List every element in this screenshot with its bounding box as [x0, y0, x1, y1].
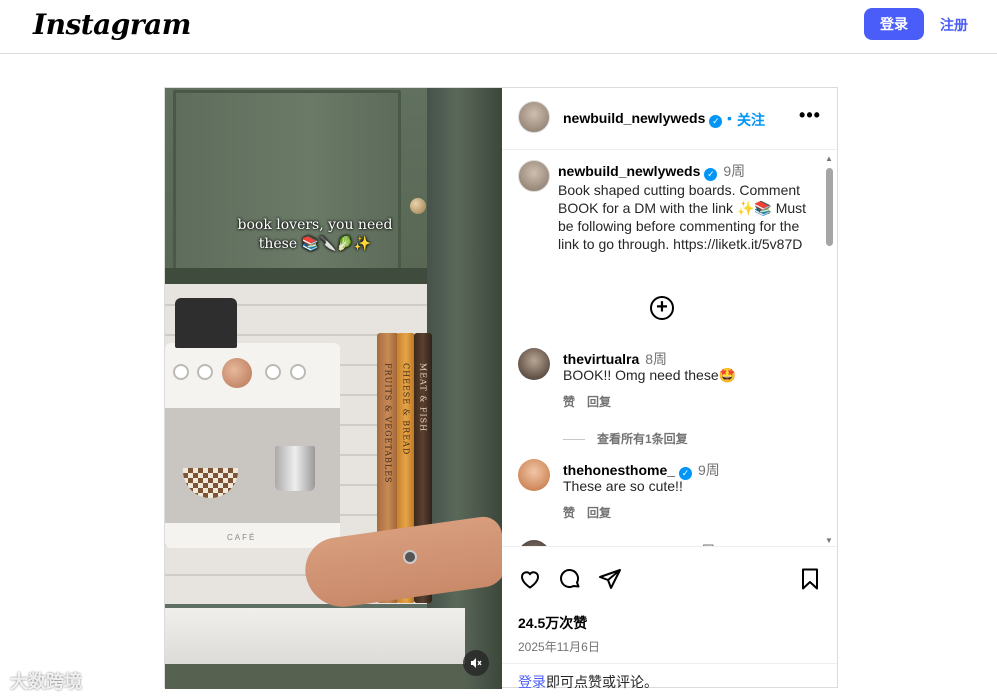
signup-link[interactable]: 注册 [940, 15, 968, 35]
commenter-username[interactable]: thehonesthome_ [563, 462, 675, 478]
separator-dot: • [727, 110, 732, 126]
like-comment-button[interactable]: 赞 [563, 506, 575, 520]
video-overlay-text: book lovers, you need these 📚🔪🥬✨ [237, 217, 393, 252]
commenter-avatar[interactable] [518, 348, 550, 380]
comments-scrollbar[interactable]: ▲ ▼ [824, 154, 834, 546]
login-prompt: 登录即可点赞或评论。 [502, 663, 837, 690]
comment-bubble-icon[interactable] [558, 567, 582, 591]
post-actions: 24.5万次赞 2025年11月6日 登录即可点赞或评论。 [502, 546, 837, 690]
comment-time: 8周 [645, 351, 668, 367]
instagram-logo[interactable]: Instagram [33, 8, 191, 41]
commenter-username[interactable]: thevirtualra [563, 351, 639, 367]
reply-button[interactable]: 回复 [587, 506, 611, 520]
follow-button[interactable]: 关注 [737, 110, 765, 130]
bookmark-icon[interactable] [798, 567, 822, 591]
paper-plane-icon[interactable] [598, 567, 622, 591]
scroll-down-arrow-icon[interactable]: ▼ [825, 536, 833, 545]
machine-brand: CAFÉ [227, 533, 257, 542]
scroll-up-arrow-icon[interactable]: ▲ [825, 154, 833, 163]
post-caption: newbuild_newlyweds ✓ 9周 Book shaped cuttin… [558, 162, 818, 253]
comment-text: These are so cute!! [563, 478, 683, 494]
bean-grinder [175, 298, 237, 348]
login-link[interactable]: 登录 [518, 674, 546, 690]
reply-button[interactable]: 回复 [587, 395, 611, 409]
post-video[interactable]: CAFÉ FRUITS & VEGETABLES CHEESE & BREAD … [165, 88, 502, 689]
add-circle-icon[interactable]: + [650, 296, 674, 320]
comment-text: BOOK!! Omg need these🤩 [563, 367, 737, 383]
countertop [165, 608, 465, 668]
login-prompt-text: 即可点赞或评论。 [546, 674, 658, 690]
author-username[interactable]: newbuild_newlyweds [563, 110, 705, 126]
view-replies-button[interactable]: 查看所有1条回复 [563, 430, 688, 447]
verified-badge-icon: ✓ [704, 168, 718, 181]
verified-badge-icon: ✓ [709, 115, 723, 128]
comment-time: 9周 [698, 462, 720, 478]
more-horizontal-icon[interactable]: ••• [799, 104, 821, 126]
heart-icon[interactable] [518, 567, 542, 591]
comments-list[interactable]: newbuild_newlyweds ✓ 9周 Book shaped cuttin… [502, 150, 837, 546]
cabinet-knob [410, 198, 426, 214]
scrollbar-thumb[interactable] [826, 168, 833, 246]
speaker-muted-icon[interactable] [463, 650, 489, 676]
post-card: CAFÉ FRUITS & VEGETABLES CHEESE & BREAD … [164, 87, 839, 690]
likes-count[interactable]: 24.5万次赞 [518, 613, 587, 633]
post-date[interactable]: 2025年11月6日 [518, 638, 600, 655]
commenter-avatar[interactable] [518, 459, 550, 491]
caption-text: Book shaped cutting boards. Comment BOOK… [558, 182, 807, 252]
machine-dial [222, 358, 252, 388]
caption-username[interactable]: newbuild_newlyweds [558, 163, 700, 179]
like-comment-button[interactable]: 赞 [563, 395, 575, 409]
top-nav-bar: Instagram 登录 注册 [0, 0, 997, 54]
login-button[interactable]: 登录 [864, 8, 924, 40]
side-cabinet [427, 88, 502, 689]
caption-author-avatar[interactable] [518, 160, 550, 192]
steel-cup [275, 446, 315, 491]
watermark: 大数跨境 [10, 672, 82, 692]
post-header: newbuild_newlyweds ✓ • 关注 ••• [502, 88, 837, 150]
post-side-panel: newbuild_newlyweds ✓ • 关注 ••• newbuild_ne… [502, 88, 839, 690]
caption-time: 9周 [723, 163, 746, 179]
author-avatar[interactable] [518, 101, 550, 133]
ring [403, 550, 417, 564]
